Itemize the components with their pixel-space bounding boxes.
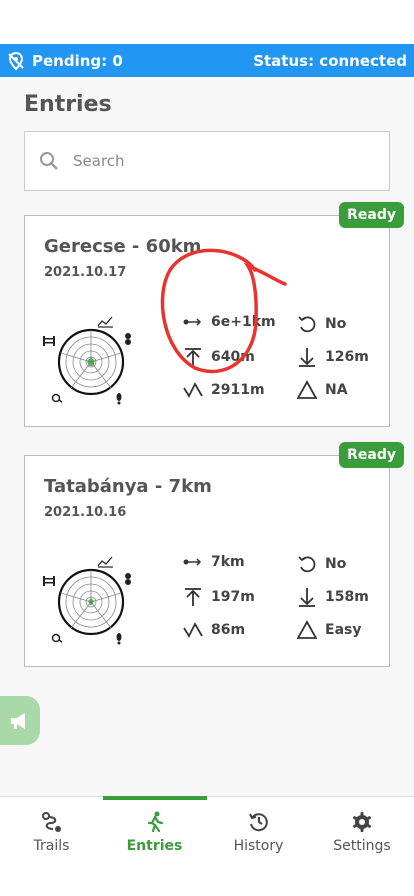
status-badge: Ready	[339, 202, 404, 228]
ascent-icon	[185, 348, 201, 366]
tab-label: Entries	[126, 838, 183, 854]
status-badge: Ready	[339, 442, 404, 468]
tab-label: Trails	[33, 838, 70, 854]
distance-value: 7km	[211, 554, 245, 570]
gear-icon	[352, 812, 372, 832]
tab-settings[interactable]: Settings	[310, 797, 414, 867]
loop-value: No	[325, 556, 347, 572]
loop-stat: No	[297, 554, 346, 574]
elevation-value: 2911m	[211, 382, 265, 398]
elevation-stat: 2911m	[183, 380, 265, 400]
status-bar: Pending: 0 Status: connected	[0, 44, 414, 77]
difficulty-triangle-icon	[297, 380, 317, 399]
ascent-icon	[185, 588, 201, 606]
entry-date: 2021.10.16	[44, 505, 127, 520]
distance-stat: 6e+1km	[183, 314, 276, 330]
descent-icon	[299, 588, 315, 607]
elevation-profile-icon	[183, 382, 203, 398]
feedback-tab[interactable]	[0, 696, 40, 745]
ascent-stat: 640m	[183, 347, 255, 367]
megaphone-icon	[11, 712, 25, 729]
tab-trails[interactable]: Trails	[0, 797, 103, 867]
tab-history[interactable]: History	[207, 797, 310, 867]
entry-date: 2021.10.17	[44, 265, 127, 280]
difficulty-stat: Easy	[297, 620, 361, 640]
tab-label: History	[233, 838, 284, 854]
ascent-stat: 197m	[183, 587, 255, 607]
ascent-value: 640m	[211, 349, 255, 365]
search-icon	[40, 152, 58, 170]
distance-icon	[183, 318, 202, 326]
descent-value: 126m	[325, 349, 369, 365]
loop-stat: No	[297, 314, 346, 334]
page-title: Entries	[24, 92, 112, 117]
search-box[interactable]	[24, 131, 390, 191]
radar-chart-icon	[43, 316, 131, 405]
difficulty-value: NA	[325, 382, 348, 398]
tab-label: Settings	[333, 838, 391, 854]
entry-name: Gerecse - 60km	[44, 236, 202, 257]
history-icon	[248, 813, 268, 832]
pending-count: Pending: 0	[32, 51, 123, 70]
tab-entries[interactable]: Entries	[103, 797, 206, 867]
ascent-value: 197m	[211, 589, 255, 605]
pending-indicator: Pending: 0	[6, 51, 123, 71]
distance-stat: 7km	[183, 554, 245, 570]
descent-icon	[299, 348, 315, 367]
difficulty-triangle-icon	[297, 620, 317, 639]
hiking-icon	[147, 811, 163, 833]
search-input[interactable]	[73, 152, 333, 170]
distance-icon	[183, 558, 202, 566]
top-safe-area	[0, 0, 414, 44]
bottom-navigation: Trails Entries History Settings	[0, 796, 414, 896]
entry-card[interactable]: Tatabánya - 7km 2021.10.16 7km No 197m 1…	[24, 455, 390, 667]
elevation-value: 86m	[211, 622, 246, 638]
loop-icon	[298, 556, 316, 573]
difficulty-value: Easy	[325, 622, 362, 638]
elevation-profile-icon	[183, 622, 203, 638]
radar-chart-icon	[43, 556, 131, 645]
entry-name: Tatabánya - 7km	[44, 476, 212, 497]
difficulty-stat: NA	[297, 380, 348, 400]
distance-value: 6e+1km	[211, 314, 276, 330]
loop-value: No	[325, 316, 347, 332]
descent-value: 158m	[325, 589, 369, 605]
route-icon	[41, 812, 61, 832]
entry-card[interactable]: Gerecse - 60km 2021.10.17 6e+1km No 640m…	[24, 215, 390, 427]
descent-stat: 158m	[297, 587, 369, 607]
connection-status: Status: connected	[253, 51, 407, 70]
loop-icon	[298, 316, 316, 333]
location-off-icon	[8, 51, 24, 70]
elevation-stat: 86m	[183, 620, 245, 640]
descent-stat: 126m	[297, 347, 369, 367]
